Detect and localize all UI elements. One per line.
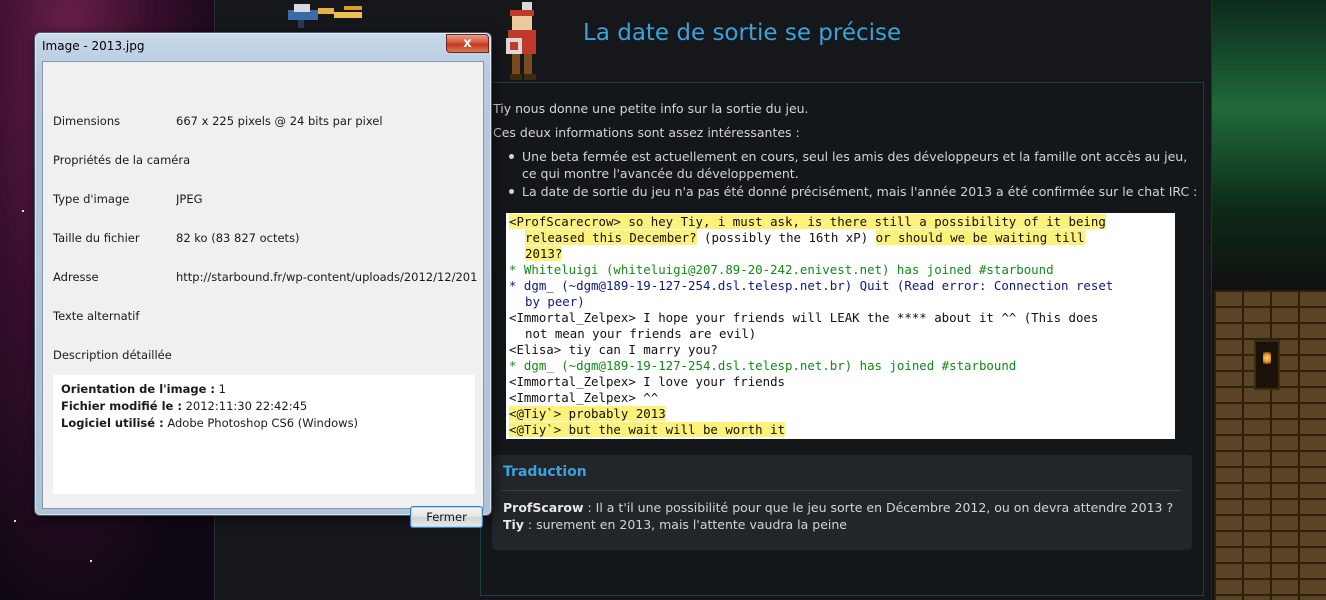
torch-icon xyxy=(1263,352,1271,364)
prop-value-size: 82 ko (83 827 octets) xyxy=(176,231,300,245)
translation-title: Traduction xyxy=(503,464,587,480)
irc-line: * dgm_ (~dgm@189-19-127-254.dsl.telesp.n… xyxy=(509,278,1114,309)
irc-line: * dgm_ (~dgm@189-19-127-254.dsl.telesp.n… xyxy=(509,358,1017,373)
translation-divider xyxy=(502,490,1182,491)
prop-value-address[interactable]: http://starbound.fr/wp-content/uploads/2… xyxy=(176,270,478,284)
bird-sprite-icon xyxy=(288,4,362,28)
close-icon[interactable]: x xyxy=(446,34,489,53)
bullet-item: Une beta fermée est actuellement en cour… xyxy=(508,148,1198,182)
close-button[interactable]: Fermer xyxy=(410,506,483,528)
prop-label-alt-text: Texte alternatif xyxy=(53,309,140,323)
translation-box: Traduction ProfScarow : Il a t'il une po… xyxy=(492,455,1192,550)
prop-value-dimensions: 667 x 225 pixels @ 24 bits par pixel xyxy=(176,114,383,128)
background-brick-tower xyxy=(1214,290,1326,600)
irc-line: <ProfScarecrow> so hey Tiy, i must ask, … xyxy=(509,214,1106,261)
prop-label-dimensions: Dimensions xyxy=(53,114,121,128)
bullet-item: La date de sortie du jeu n'a pas été don… xyxy=(508,183,1198,200)
description-details-box[interactable]: Orientation de l'image : 1 Fichier modif… xyxy=(53,375,475,494)
irc-log-image: <ProfScarecrow> so hey Tiy, i must ask, … xyxy=(506,213,1175,439)
irc-line: <Immortal_Zelpex> I hope your friends wi… xyxy=(509,310,1099,341)
irc-line: <Immortal_Zelpex> ^^ xyxy=(509,390,659,405)
prop-value-type: JPEG xyxy=(176,192,203,206)
prop-label-address: Adresse xyxy=(53,270,99,284)
knight-sprite-icon xyxy=(506,2,536,80)
prop-label-camera: Propriétés de la caméra xyxy=(53,153,191,167)
translation-line: ProfScarow : Il a t'il une possibilité p… xyxy=(503,500,1174,515)
image-properties-dialog: Image - 2013.jpg x Dimensions 667 x 225 … xyxy=(34,32,492,528)
irc-line: <Elisa> tiy can I marry you? xyxy=(509,342,718,357)
tower-window xyxy=(1254,340,1280,390)
prop-label-description: Description détaillée xyxy=(53,348,172,362)
dialog-title: Image - 2013.jpg xyxy=(42,39,145,53)
irc-line: * Whiteluigi (whiteluigi@207.89-20-242.e… xyxy=(509,262,1054,277)
article-intro-2: Ces deux informations sont assez intéres… xyxy=(493,125,800,140)
dialog-body: Dimensions 667 x 225 pixels @ 24 bits pa… xyxy=(42,61,484,528)
irc-line: <@Tiy`> probably 2013 xyxy=(509,406,666,421)
detail-row: Logiciel utilisé : Adobe Photoshop CS6 (… xyxy=(61,416,359,430)
detail-row: Orientation de l'image : 1 xyxy=(61,382,226,396)
detail-row: Fichier modifié le : 2012:11:30 22:42:45 xyxy=(61,399,308,413)
translation-line: Tiy : surement en 2013, mais l'attente v… xyxy=(503,517,847,532)
irc-line: <Immortal_Zelpex> I love your friends xyxy=(509,374,786,389)
irc-line: <@Tiy`> but the wait will be worth it xyxy=(509,422,786,437)
article-intro-1: Tiy nous donne une petite info sur la so… xyxy=(493,101,809,116)
prop-label-size: Taille du fichier xyxy=(53,231,140,245)
article-bullet-list: Une beta fermée est actuellement en cour… xyxy=(508,148,1198,201)
article-title: La date de sortie se précise xyxy=(583,20,902,46)
prop-label-type: Type d'image xyxy=(53,192,130,206)
